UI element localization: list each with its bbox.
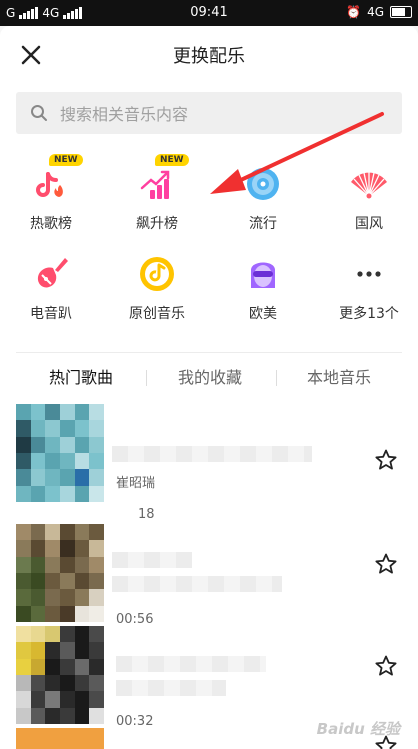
category-hot-songs[interactable]: NEW 热歌榜 xyxy=(6,154,96,233)
category-label: 流行 xyxy=(249,216,277,232)
alarm-icon: ⏰ xyxy=(346,5,362,19)
tab-separator xyxy=(276,370,277,386)
category-more[interactable]: 更多13个 xyxy=(324,254,414,323)
music-tabs: 热门歌曲 我的收藏 本地音乐 xyxy=(0,364,418,396)
song-cover xyxy=(16,626,104,724)
search-bar[interactable] xyxy=(16,92,402,136)
network-right-label: 4G xyxy=(367,5,384,19)
song-row[interactable]: 00:32 xyxy=(16,626,418,729)
song-title-blurred xyxy=(112,552,192,568)
song-title-blurred xyxy=(116,656,266,672)
rising-chart-icon xyxy=(140,170,170,199)
song-row[interactable]: 崔昭瑞 18 xyxy=(16,404,418,522)
tab-separator xyxy=(146,370,147,386)
status-bar: G 4G 09:41 ⏰ 4G xyxy=(0,0,418,26)
star-icon[interactable] xyxy=(374,448,398,472)
song-row[interactable]: 00:56 xyxy=(16,524,418,627)
header: 更换配乐 xyxy=(0,26,418,84)
sunglasses-face-icon xyxy=(251,262,275,288)
song-title-blurred xyxy=(112,446,312,462)
category-label: 欧美 xyxy=(249,306,277,322)
song-artist-blurred xyxy=(112,576,282,592)
more-dots-icon xyxy=(357,271,381,277)
search-icon xyxy=(31,105,47,121)
tab-favorites[interactable]: 我的收藏 xyxy=(155,364,265,388)
category-edm[interactable]: 电音趴 xyxy=(6,254,96,323)
tab-hot-songs[interactable]: 热门歌曲 xyxy=(26,364,136,388)
status-right: ⏰ 4G xyxy=(346,5,412,19)
category-label: 更多13个 xyxy=(339,306,399,322)
song-cover xyxy=(16,524,104,622)
song-duration: 00:56 xyxy=(116,612,154,627)
category-label: 飙升榜 xyxy=(136,216,178,232)
music-sheet: 更换配乐 NEW 热歌榜 NEW xyxy=(0,26,418,749)
star-icon[interactable] xyxy=(374,654,398,678)
watermark: Baidu 经验 xyxy=(316,720,400,738)
category-label: 原创音乐 xyxy=(129,306,185,322)
divider xyxy=(16,352,402,353)
electric-guitar-icon xyxy=(37,258,68,288)
fan-icon xyxy=(351,172,387,199)
song-duration: 18 xyxy=(138,507,155,522)
new-badge: NEW xyxy=(49,154,83,166)
song-artist: 崔昭瑞 xyxy=(116,476,156,491)
star-icon[interactable] xyxy=(374,552,398,576)
category-western[interactable]: 欧美 xyxy=(218,254,308,323)
battery-icon xyxy=(390,6,412,18)
song-duration: 00:32 xyxy=(116,714,154,729)
song-cover xyxy=(16,404,104,502)
new-badge: NEW xyxy=(155,154,189,166)
disc-icon xyxy=(247,168,279,200)
tab-local-music[interactable]: 本地音乐 xyxy=(284,364,394,388)
category-rising[interactable]: NEW 飙升榜 xyxy=(112,154,202,233)
category-label: 热歌榜 xyxy=(30,216,72,232)
song-cover xyxy=(16,728,104,749)
search-input[interactable] xyxy=(58,92,392,136)
record-note-icon xyxy=(140,257,174,291)
category-original[interactable]: 原创音乐 xyxy=(112,254,202,323)
category-pop[interactable]: 流行 xyxy=(218,164,308,233)
category-label: 电音趴 xyxy=(30,306,72,322)
category-label: 国风 xyxy=(355,216,383,232)
tiktok-fire-icon xyxy=(36,172,63,197)
category-chinese-style[interactable]: 国风 xyxy=(324,164,414,233)
song-artist-blurred xyxy=(116,680,226,696)
page-title: 更换配乐 xyxy=(173,46,245,67)
